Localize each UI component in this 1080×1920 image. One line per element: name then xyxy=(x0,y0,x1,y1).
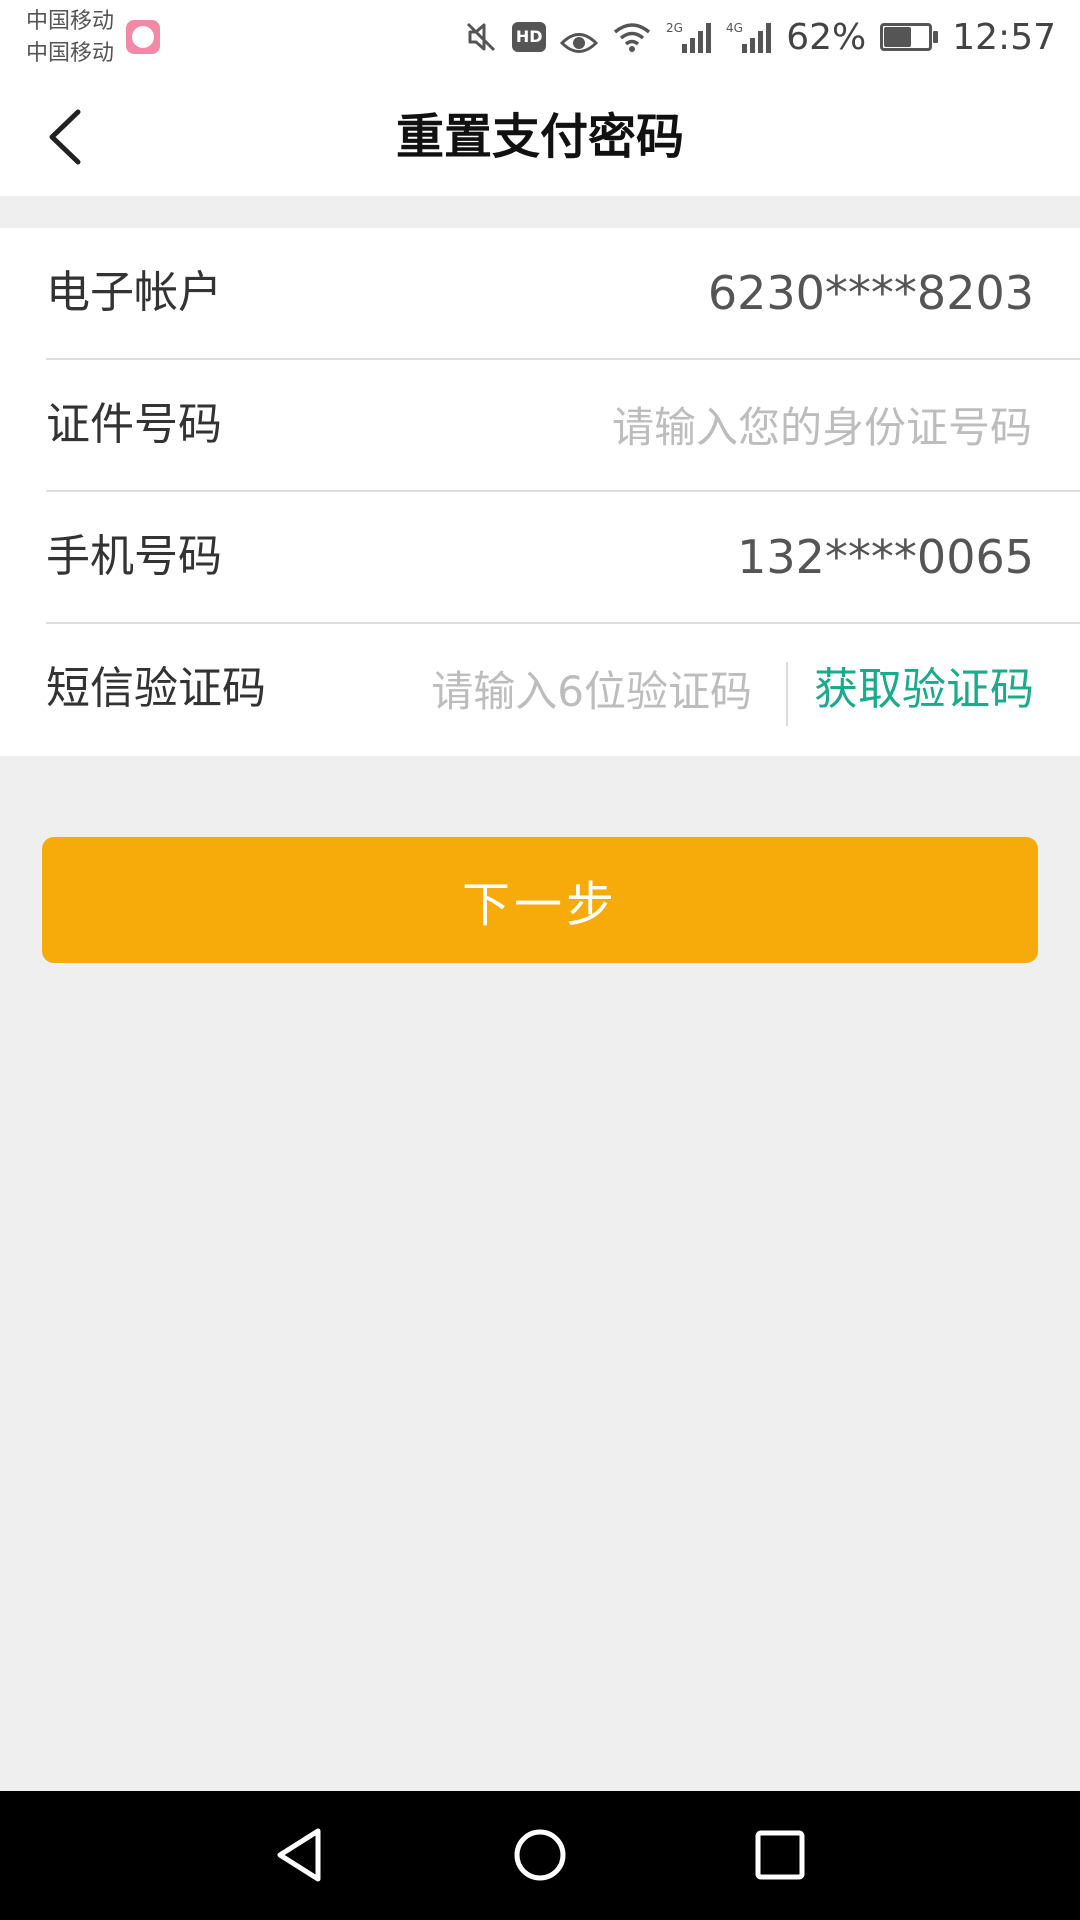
signal-2g-icon: 2G xyxy=(666,20,712,54)
sms-code-input[interactable] xyxy=(350,657,754,725)
carrier-name-1: 中国移动 xyxy=(26,9,115,34)
recents-square-icon xyxy=(755,1830,805,1880)
eye-icon xyxy=(560,24,599,53)
page-title: 重置支付密码 xyxy=(395,109,684,165)
system-back-button[interactable] xyxy=(260,1815,340,1895)
phone-value: 132****0065 xyxy=(737,530,1034,584)
battery-percent: 62% xyxy=(786,16,867,58)
sms-code-row: 短信验证码 获取验证码 xyxy=(46,624,1080,756)
wifi-icon xyxy=(612,21,652,53)
carrier-name-2: 中国移动 xyxy=(26,41,115,66)
status-bar: 中国移动 中国移动 HD 2G 4G 62% 12:57 xyxy=(0,0,1080,78)
account-label: 电子帐户 xyxy=(46,267,222,318)
mute-icon xyxy=(464,20,498,54)
hd-icon: HD xyxy=(512,22,547,52)
status-icons: HD 2G 4G 62% 12:57 xyxy=(464,12,1056,62)
system-recents-button[interactable] xyxy=(740,1815,820,1895)
screen: 中国移动 中国移动 HD 2G 4G 62% 12:57 重置支付密码 电子帐户… xyxy=(0,0,1080,1920)
signal-4g-icon: 4G xyxy=(726,20,772,54)
network-4g-label: 4G xyxy=(726,21,743,35)
sms-code-label: 短信验证码 xyxy=(46,663,266,714)
battery-charging-icon xyxy=(880,23,939,51)
get-code-button[interactable]: 获取验证码 xyxy=(814,624,1034,756)
id-number-label: 证件号码 xyxy=(46,399,222,450)
account-row: 电子帐户 6230****8203 xyxy=(46,228,1080,360)
chevron-left-icon xyxy=(49,109,81,165)
nav-header: 重置支付密码 xyxy=(0,78,1080,196)
reset-password-form: 电子帐户 6230****8203 证件号码 手机号码 132****0065 … xyxy=(0,228,1080,756)
back-button[interactable] xyxy=(34,102,104,172)
clock: 12:57 xyxy=(952,16,1056,58)
carrier-list: 中国移动 中国移动 xyxy=(26,6,114,70)
id-number-input[interactable] xyxy=(510,393,1034,461)
phone-row: 手机号码 132****0065 xyxy=(46,492,1080,624)
account-value: 6230****8203 xyxy=(707,266,1034,320)
id-number-row: 证件号码 xyxy=(46,360,1080,492)
system-nav-bar xyxy=(0,1791,1080,1920)
next-step-button[interactable]: 下一步 xyxy=(42,837,1038,963)
network-2g-label: 2G xyxy=(666,21,683,35)
phone-label: 手机号码 xyxy=(46,531,222,582)
app-notification-icon xyxy=(126,20,160,54)
system-home-button[interactable] xyxy=(500,1815,580,1895)
home-circle-icon xyxy=(514,1829,566,1881)
back-triangle-icon xyxy=(277,1828,321,1882)
divider xyxy=(786,662,788,726)
